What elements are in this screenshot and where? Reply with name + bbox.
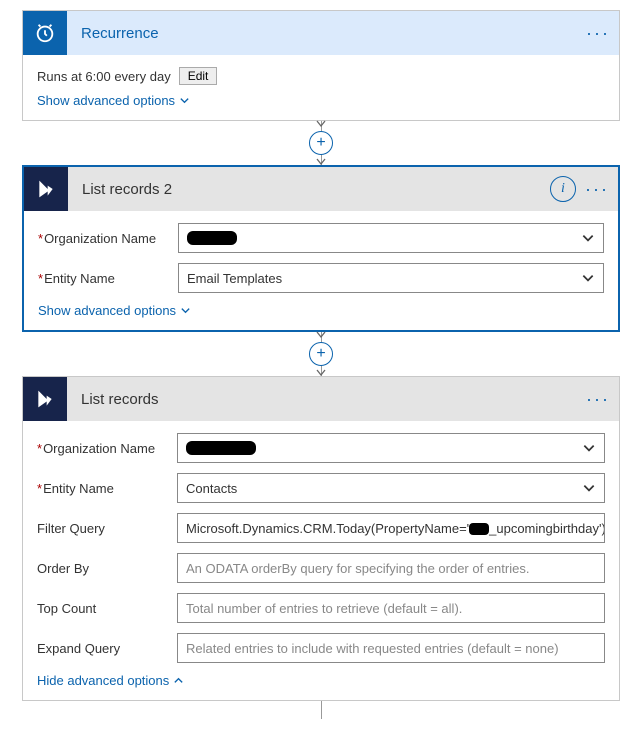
add-step-button[interactable]: + [309, 131, 333, 155]
list-records-title: List records [67, 391, 583, 408]
chevron-down-icon [179, 95, 190, 106]
list-records-2-card: List records 2 i ··· Organization Name E… [22, 165, 620, 332]
expand-query-input[interactable]: Related entries to include with requeste… [177, 633, 605, 663]
connector: + [22, 121, 620, 165]
org-name-select[interactable] [178, 223, 604, 253]
chevron-down-icon [180, 305, 191, 316]
dynamics-icon [23, 377, 67, 421]
redacted-value [469, 523, 489, 535]
list-records-menu-button[interactable]: ··· [583, 384, 613, 414]
chevron-down-icon [582, 481, 596, 495]
connector [22, 701, 620, 719]
edit-button[interactable]: Edit [179, 67, 218, 85]
arrow-down-icon [316, 369, 326, 377]
arrow-down-icon [316, 120, 326, 128]
expand-query-placeholder: Related entries to include with requeste… [186, 641, 559, 656]
show-advanced-link[interactable]: Show advanced options [37, 93, 190, 108]
top-count-label: Top Count [37, 601, 177, 616]
expand-query-label: Expand Query [37, 641, 177, 656]
list-records-2-body: Organization Name Entity Name Email Temp… [24, 211, 618, 330]
entity-name-select[interactable]: Email Templates [178, 263, 604, 293]
recurrence-title: Recurrence [67, 25, 583, 42]
org-name-label: Organization Name [37, 441, 177, 456]
advanced-label: Show advanced options [38, 303, 176, 318]
redacted-value [187, 231, 237, 245]
chevron-up-icon [173, 675, 184, 686]
clock-icon [23, 11, 67, 55]
advanced-label: Hide advanced options [37, 673, 169, 688]
entity-name-select[interactable]: Contacts [177, 473, 605, 503]
add-step-button[interactable]: + [309, 342, 333, 366]
list-records-2-title: List records 2 [68, 181, 550, 198]
dynamics-icon [24, 167, 68, 211]
org-name-select[interactable] [177, 433, 605, 463]
hide-advanced-link[interactable]: Hide advanced options [37, 673, 184, 688]
advanced-label: Show advanced options [37, 93, 175, 108]
list-records-card: List records ··· Organization Name Entit… [22, 376, 620, 701]
chevron-down-icon [581, 231, 595, 245]
order-by-input[interactable]: An ODATA orderBy query for specifying th… [177, 553, 605, 583]
list-records-2-header[interactable]: List records 2 i ··· [24, 167, 618, 211]
redacted-value [186, 441, 256, 455]
org-name-label: Organization Name [38, 231, 178, 246]
recurrence-header[interactable]: Recurrence ··· [23, 11, 619, 55]
recurrence-card: Recurrence ··· Runs at 6:00 every day Ed… [22, 10, 620, 121]
recurrence-run-text: Runs at 6:00 every day [37, 69, 171, 84]
connector: + [22, 332, 620, 376]
list-records-2-menu-button[interactable]: ··· [582, 174, 612, 204]
info-button[interactable]: i [550, 176, 576, 202]
recurrence-body: Runs at 6:00 every day Edit Show advance… [23, 55, 619, 120]
entity-name-label: Entity Name [38, 271, 178, 286]
list-records-header[interactable]: List records ··· [23, 377, 619, 421]
chevron-down-icon [582, 441, 596, 455]
filter-query-input[interactable]: Microsoft.Dynamics.CRM.Today(PropertyNam… [177, 513, 605, 543]
entity-name-label: Entity Name [37, 481, 177, 496]
entity-name-value: Contacts [186, 481, 237, 496]
entity-name-value: Email Templates [187, 271, 282, 286]
list-records-body: Organization Name Entity Name Contacts F… [23, 421, 619, 700]
show-advanced-link[interactable]: Show advanced options [38, 303, 191, 318]
chevron-down-icon [581, 271, 595, 285]
order-by-placeholder: An ODATA orderBy query for specifying th… [186, 561, 529, 576]
arrow-down-icon [316, 331, 326, 339]
top-count-input[interactable]: Total number of entries to retrieve (def… [177, 593, 605, 623]
arrow-down-icon [316, 158, 326, 166]
filter-query-label: Filter Query [37, 521, 177, 536]
filter-query-value: Microsoft.Dynamics.CRM.Today(PropertyNam… [186, 521, 605, 536]
top-count-placeholder: Total number of entries to retrieve (def… [186, 601, 462, 616]
recurrence-menu-button[interactable]: ··· [583, 18, 613, 48]
order-by-label: Order By [37, 561, 177, 576]
